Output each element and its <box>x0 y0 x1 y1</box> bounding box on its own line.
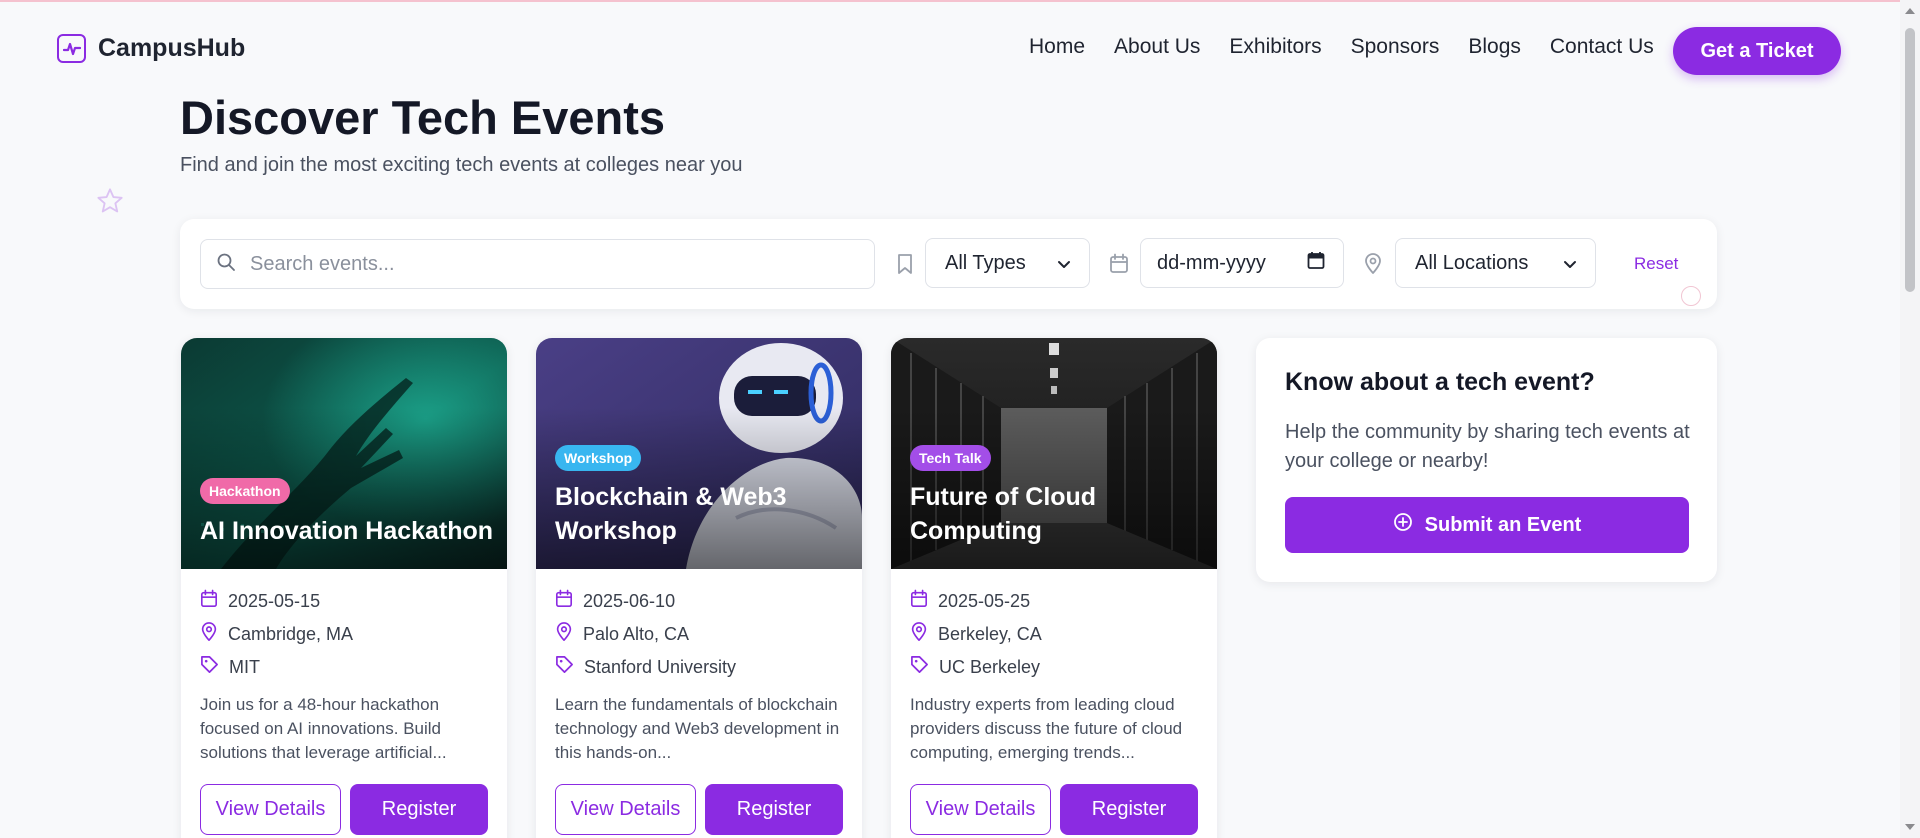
event-date: 2025-05-15 <box>200 589 320 613</box>
submit-panel-text: Help the community by sharing tech event… <box>1285 421 1690 472</box>
page-title: Discover Tech Events <box>180 91 666 144</box>
view-details-button[interactable]: View Details <box>910 784 1051 835</box>
event-date: 2025-05-25 <box>910 589 1030 613</box>
page-scrollbar[interactable] <box>1900 0 1920 838</box>
event-date-text: 2025-06-10 <box>583 590 676 611</box>
event-description: Industry experts from leading cloud prov… <box>910 695 1183 762</box>
event-college-text: UC Berkeley <box>939 656 1041 677</box>
tag-icon <box>910 655 929 679</box>
date-input[interactable]: dd-mm-yyyy <box>1140 238 1344 288</box>
map-pin-icon <box>1364 253 1382 280</box>
type-select-value: All Types <box>945 251 1026 274</box>
nav-sponsors[interactable]: Sponsors <box>1351 35 1440 59</box>
event-location: Berkeley, CA <box>910 622 1042 647</box>
register-button[interactable]: Register <box>1060 784 1198 835</box>
submit-event-panel: Know about a tech event? Help the commun… <box>1256 338 1717 582</box>
calendar-picker-icon[interactable] <box>1307 251 1325 276</box>
calendar-icon <box>1109 253 1129 279</box>
page-subtitle: Find and join the most exciting tech eve… <box>180 154 743 176</box>
event-title: AI Innovation Hackathon <box>200 517 494 545</box>
calendar-icon <box>910 589 928 613</box>
type-select[interactable]: All Types <box>925 238 1090 288</box>
submit-event-button[interactable]: Submit an Event <box>1285 497 1689 553</box>
pulse-icon <box>57 34 86 63</box>
map-pin-icon <box>555 622 573 647</box>
plus-circle-icon <box>1393 512 1413 538</box>
event-type-badge: Hackathon <box>200 478 290 504</box>
event-title: Future of Cloud Computing <box>910 483 1097 545</box>
submit-event-label: Submit an Event <box>1424 513 1582 536</box>
search-input[interactable]: Search events... <box>200 239 875 289</box>
nav-contact-us[interactable]: Contact Us <box>1550 35 1654 59</box>
star-icon <box>96 187 124 220</box>
event-college-text: MIT <box>229 656 260 677</box>
event-college: Stanford University <box>555 655 736 679</box>
get-ticket-button[interactable]: Get a Ticket <box>1673 27 1841 75</box>
scroll-down-arrow-icon[interactable] <box>1905 824 1915 830</box>
register-button[interactable]: Register <box>350 784 488 835</box>
map-pin-icon <box>910 622 928 647</box>
event-college: MIT <box>200 655 260 679</box>
scroll-up-arrow-icon[interactable] <box>1905 8 1915 14</box>
filter-bar: Search events... All Types dd-mm-yyyy Al… <box>180 219 1717 309</box>
calendar-icon <box>200 589 218 613</box>
view-details-button[interactable]: View Details <box>200 784 341 835</box>
tag-icon <box>555 655 574 679</box>
bookmark-icon <box>896 253 914 280</box>
event-location-text: Cambridge, MA <box>228 624 354 644</box>
event-location-text: Berkeley, CA <box>938 624 1042 644</box>
submit-panel-title: Know about a tech event? <box>1285 368 1595 396</box>
event-date-text: 2025-05-15 <box>228 590 321 611</box>
event-college: UC Berkeley <box>910 655 1040 679</box>
event-date-text: 2025-05-25 <box>938 590 1031 611</box>
event-location: Cambridge, MA <box>200 622 353 647</box>
nav-about-us[interactable]: About Us <box>1114 35 1200 59</box>
event-date: 2025-06-10 <box>555 589 675 613</box>
event-card: Hackathon AI Innovation Hackathon 2025-0… <box>181 338 507 838</box>
event-description: Join us for a 48-hour hackathon focused … <box>200 695 447 762</box>
location-select-value: All Locations <box>1415 251 1529 274</box>
event-location-text: Palo Alto, CA <box>583 624 690 644</box>
event-title: Blockchain & Web3 Workshop <box>555 483 787 545</box>
brand-name: CampusHub <box>98 34 246 62</box>
view-details-button[interactable]: View Details <box>555 784 696 835</box>
event-type-badge: Tech Talk <box>910 445 991 471</box>
nav-home[interactable]: Home <box>1029 35 1085 59</box>
event-card: Workshop Blockchain & Web3 Workshop 2025… <box>536 338 862 838</box>
scrollbar-thumb[interactable] <box>1905 28 1915 292</box>
search-icon <box>216 252 236 277</box>
circle-decoration <box>1681 286 1701 306</box>
event-college-text: Stanford University <box>584 656 737 677</box>
reset-button[interactable]: Reset <box>1634 254 1678 274</box>
date-input-value: dd-mm-yyyy <box>1157 251 1266 274</box>
event-location: Palo Alto, CA <box>555 622 689 647</box>
chevron-down-icon <box>1563 252 1577 275</box>
event-type-badge: Workshop <box>555 445 642 471</box>
nav-exhibitors[interactable]: Exhibitors <box>1229 35 1321 59</box>
main-nav: Home About Us Exhibitors Sponsors Blogs … <box>1029 35 1654 59</box>
register-button[interactable]: Register <box>705 784 843 835</box>
calendar-icon <box>555 589 573 613</box>
tag-icon <box>200 655 219 679</box>
search-placeholder: Search events... <box>250 252 395 275</box>
logo[interactable]: CampusHub <box>57 34 245 63</box>
chevron-down-icon <box>1057 252 1071 275</box>
event-description: Learn the fundamentals of blockchain tec… <box>555 695 840 762</box>
map-pin-icon <box>200 622 218 647</box>
location-select[interactable]: All Locations <box>1395 238 1596 288</box>
site-header: CampusHub Home About Us Exhibitors Spons… <box>0 0 1900 102</box>
nav-blogs[interactable]: Blogs <box>1468 35 1521 59</box>
event-card: Tech Talk Future of Cloud Computing 2025… <box>891 338 1217 838</box>
